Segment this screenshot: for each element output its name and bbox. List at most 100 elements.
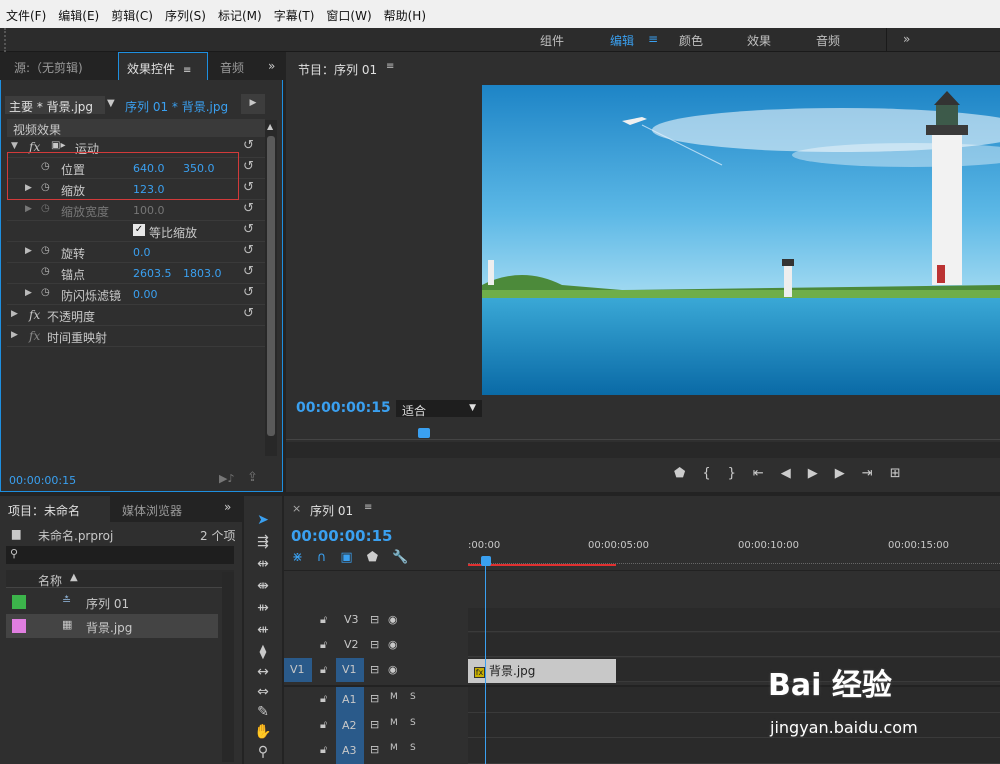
flicker-row[interactable]: ▶ ◷ 防闪烁滤镜 0.00 ↺ — [7, 284, 265, 305]
eye-icon[interactable]: ◉ — [388, 663, 398, 676]
menu-clip[interactable]: 剪辑(C) — [105, 0, 159, 24]
lock-icon[interactable]: 🔓︎ — [320, 638, 327, 652]
reset-icon[interactable]: ↺ — [243, 285, 254, 300]
add-marker-icon[interactable]: ⬟ — [367, 550, 392, 565]
go-to-in-icon[interactable]: ⇤ — [753, 466, 781, 481]
sync-lock-icon[interactable]: ⊟ — [370, 743, 379, 756]
nest-icon[interactable]: ⋇ — [292, 550, 317, 565]
menu-sequence[interactable]: 序列(S) — [159, 0, 212, 24]
menu-marker[interactable]: 标记(M) — [212, 0, 268, 24]
mute-button[interactable]: M — [390, 743, 398, 753]
track-v3-lane[interactable] — [468, 608, 1000, 632]
menu-help[interactable]: 帮助(H) — [378, 0, 432, 24]
linked-icon[interactable]: ▣ — [340, 550, 366, 565]
track-label[interactable]: V1 — [336, 658, 364, 682]
rate-stretch-icon[interactable]: ⇻ — [253, 600, 273, 618]
sync-lock-icon[interactable]: ⊟ — [370, 663, 379, 676]
tab-effect-controls[interactable]: 效果控件 ≡ — [118, 52, 208, 80]
workspace-effects[interactable]: 效果 — [747, 32, 771, 49]
track-v2[interactable]: 🔓︎ V2 ⊟ ◉ — [284, 633, 468, 657]
program-video-frame[interactable] — [482, 85, 1000, 395]
mute-button[interactable]: M — [390, 718, 398, 728]
track-a3[interactable]: 🔓︎ A3 ⊟ M S — [284, 738, 468, 764]
hand-icon[interactable]: ✋ — [253, 724, 273, 742]
solo-button[interactable]: S — [410, 718, 416, 728]
solo-button[interactable]: S — [410, 692, 416, 702]
workspace-color[interactable]: 颜色 — [679, 32, 703, 49]
reset-icon[interactable]: ↺ — [243, 159, 254, 174]
lock-icon[interactable]: 🔓︎ — [320, 663, 327, 677]
menu-edit[interactable]: 编辑(E) — [52, 0, 105, 24]
timeline-timecode[interactable]: 00:00:00:15 — [291, 527, 393, 545]
mute-button[interactable]: M — [390, 692, 398, 702]
timeline-menu-icon[interactable]: ≡ — [364, 502, 372, 513]
snap-icon[interactable]: ∩ — [317, 550, 341, 565]
menu-window[interactable]: 窗口(W) — [320, 0, 377, 24]
track-label[interactable]: A1 — [336, 687, 364, 713]
workspace-editing[interactable]: 编辑 — [610, 32, 634, 49]
lock-icon[interactable]: 🔓︎ — [320, 718, 327, 732]
list-item[interactable]: ▦ 背景.jpg — [6, 614, 218, 638]
uniform-scale-checkbox[interactable]: ✓ — [133, 224, 145, 236]
fit-dropdown[interactable]: 适合 ▼ — [396, 400, 482, 418]
selection-tool-icon[interactable]: ➤ — [253, 512, 273, 530]
audio-loop-icon[interactable]: ▶♪ — [219, 472, 234, 485]
track-label[interactable]: A2 — [336, 713, 364, 738]
track-v3[interactable]: 🔓︎ V3 ⊟ ◉ — [284, 608, 468, 632]
add-marker-icon[interactable]: ⬟ — [674, 466, 702, 481]
track-a2[interactable]: 🔓︎ A2 ⊟ M S — [284, 713, 468, 738]
track-select-icon[interactable]: ⇶ — [253, 534, 273, 552]
play-triangle-icon[interactable]: ▶ — [241, 94, 265, 114]
anchor-x-value[interactable]: 2603.5 — [133, 267, 172, 280]
menu-file[interactable]: 文件(F) — [0, 0, 52, 24]
master-dropdown-icon[interactable]: ▼ — [107, 98, 115, 109]
column-header[interactable]: 名称 ▲ — [6, 570, 234, 588]
export-icon[interactable]: ⇪ — [247, 470, 258, 485]
program-timecode[interactable]: 00:00:00:15 — [296, 400, 391, 416]
mark-in-icon[interactable]: { — [702, 466, 727, 481]
stopwatch-icon[interactable]: ◷ — [41, 266, 50, 277]
lock-icon[interactable]: 🔓︎ — [320, 743, 327, 757]
step-back-icon[interactable]: ◀ — [781, 466, 808, 481]
lock-icon[interactable]: 🔓︎ — [320, 613, 327, 627]
search-input[interactable]: ⚲ — [6, 546, 234, 564]
menu-title[interactable]: 字幕(T) — [268, 0, 321, 24]
rotation-row[interactable]: ▶ ◷ 旋转 0.0 ↺ — [7, 242, 265, 263]
pen-tool-icon[interactable]: ✎ — [253, 704, 273, 722]
tab-audio[interactable]: 音频 — [212, 52, 252, 78]
step-forward-icon[interactable]: ▶ — [835, 466, 862, 481]
clip[interactable]: fx 背景.jpg — [468, 659, 616, 683]
play-icon[interactable]: ▶ — [808, 466, 835, 481]
sync-lock-icon[interactable]: ⊟ — [370, 638, 379, 651]
reset-icon[interactable]: ↺ — [243, 264, 254, 279]
playhead-icon[interactable] — [418, 428, 430, 438]
go-to-out-icon[interactable]: ⇥ — [862, 466, 890, 481]
wrench-icon[interactable]: 🔧 — [392, 550, 422, 565]
sync-lock-icon[interactable]: ⊟ — [370, 692, 379, 705]
eye-icon[interactable]: ◉ — [388, 613, 398, 626]
flicker-value[interactable]: 0.00 — [133, 288, 158, 301]
source-patch[interactable]: V1 — [284, 658, 312, 682]
close-icon[interactable]: × — [292, 502, 301, 515]
reset-icon[interactable]: ↺ — [243, 138, 254, 153]
tab-source[interactable]: 源:（无剪辑) — [6, 52, 91, 78]
timeline-tab[interactable]: 序列 01 — [310, 502, 353, 519]
anchor-y-value[interactable]: 1803.0 — [183, 267, 222, 280]
playhead-icon[interactable] — [481, 556, 491, 566]
workspace-menu-icon[interactable]: ≡ — [648, 32, 658, 46]
workspace-assembly[interactable]: 组件 — [540, 32, 564, 49]
tab-menu-icon[interactable]: ≡ — [183, 65, 191, 76]
workspace-more-button[interactable]: » — [903, 32, 910, 46]
track-label[interactable]: A3 — [336, 738, 364, 764]
opacity-row[interactable]: ▶ fx 不透明度 ↺ — [7, 305, 265, 326]
rolling-edit-icon[interactable]: ⇼ — [253, 578, 273, 596]
sync-lock-icon[interactable]: ⊟ — [370, 718, 379, 731]
panel-more-button[interactable]: » — [260, 52, 283, 78]
track-a2-lane[interactable] — [468, 713, 1000, 738]
scale-width-row[interactable]: ▶ ◷ 缩放宽度 100.0 ↺ — [7, 200, 265, 221]
reset-icon[interactable]: ↺ — [243, 222, 254, 237]
program-scrollbar[interactable] — [286, 442, 1000, 458]
reset-icon[interactable]: ↺ — [243, 201, 254, 216]
tab-media-browser[interactable]: 媒体浏览器 — [122, 502, 182, 519]
sequence-clip-label[interactable]: 序列 01 * 背景.jpg — [125, 98, 228, 115]
